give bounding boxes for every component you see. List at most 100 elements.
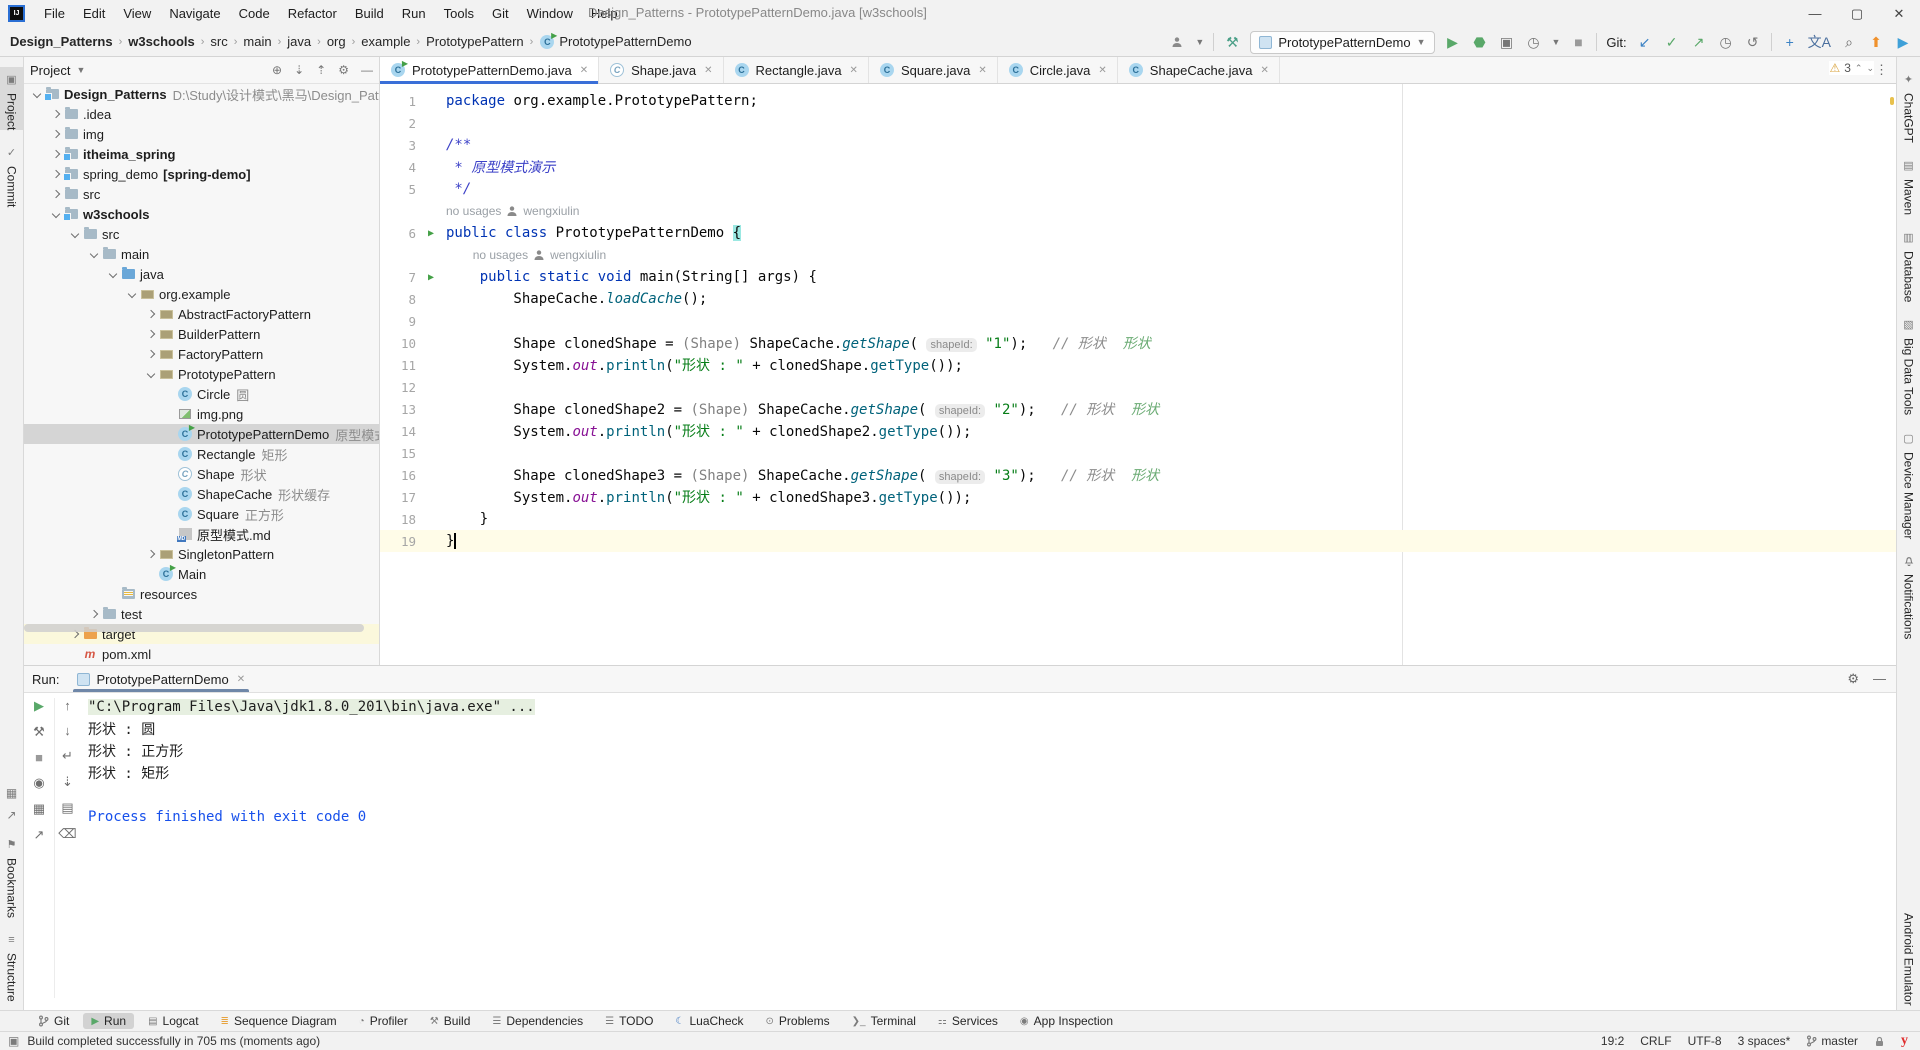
toolwindow-button-problems[interactable]: ⊙ Problems (758, 1013, 838, 1029)
menu-git[interactable]: Git (483, 6, 518, 21)
soft-wrap-button[interactable]: ↵ (62, 748, 73, 764)
toolwindow-button-git[interactable]: Git (30, 1013, 77, 1029)
tree-row[interactable]: img.png (24, 404, 379, 424)
tree-arrow-icon[interactable] (49, 189, 63, 199)
code-line[interactable]: 6 ▶ public class PrototypePatternDemo { (380, 222, 1896, 244)
tree-row[interactable]: C ShapeCache 形状缓存 (24, 484, 379, 504)
editor-tab[interactable]: C Square.java ✕ (869, 57, 998, 83)
close-icon[interactable]: ✕ (237, 674, 245, 685)
tree-row[interactable]: BuilderPattern (24, 324, 379, 344)
menu-tools[interactable]: Tools (435, 6, 483, 21)
minimize-button[interactable]: — (1794, 0, 1836, 27)
code-line[interactable]: 5 */ (380, 178, 1896, 200)
code-line[interactable]: no usages wengxiulin (380, 244, 1896, 266)
git-push-button[interactable]: ↗ (1690, 32, 1708, 52)
tree-row[interactable]: C Square 正方形 (24, 504, 379, 524)
code-line[interactable]: 15 (380, 442, 1896, 464)
toolwindow-button-dependencies[interactable]: ☰ Dependencies (484, 1013, 591, 1029)
tree-row[interactable]: FactoryPattern (24, 344, 379, 364)
stop-button[interactable]: ■ (35, 750, 43, 765)
close-icon[interactable]: ✕ (704, 65, 712, 76)
code-line[interactable]: 18 } (380, 508, 1896, 530)
indent[interactable]: 3 spaces* (1738, 1034, 1791, 1048)
editor-tab[interactable]: C Rectangle.java ✕ (724, 57, 869, 83)
code-line[interactable]: 16 Shape clonedShape3 = (Shape) ShapeCac… (380, 464, 1896, 486)
menu-file[interactable]: File (35, 6, 74, 21)
git-rollback-button[interactable]: ↺ (1744, 32, 1762, 52)
toolwindow-button-services[interactable]: ⚏ Services (930, 1013, 1006, 1029)
git-commit-button[interactable]: ✓ (1663, 32, 1681, 52)
print-button[interactable]: ▤ (61, 800, 73, 816)
menu-refactor[interactable]: Refactor (279, 6, 346, 21)
tree-row[interactable]: PrototypePattern (24, 364, 379, 384)
run-button[interactable]: ▶ (1444, 32, 1462, 52)
tree-arrow-icon[interactable] (49, 109, 63, 119)
down-stack-button[interactable]: ↓ (64, 723, 71, 738)
horizontal-scrollbar[interactable] (24, 624, 364, 632)
tree-arrow-icon[interactable] (144, 369, 158, 379)
tree-row[interactable]: AbstractFactoryPattern (24, 304, 379, 324)
tree-arrow-icon[interactable] (30, 89, 44, 99)
tree-row[interactable]: java (24, 264, 379, 284)
plus-plugin-button[interactable]: + (1781, 32, 1799, 52)
close-icon[interactable]: ✕ (850, 65, 858, 76)
breadcrumb-item[interactable]: org (327, 34, 346, 49)
tree-arrow-icon[interactable] (87, 609, 101, 619)
stripe-tab-database[interactable]: ▥ Database (1897, 225, 1920, 302)
breadcrumb-item[interactable]: PrototypePattern (426, 34, 524, 49)
tree-row[interactable]: w3schools (24, 204, 379, 224)
project-header-icon-1[interactable]: ⇣ (294, 63, 304, 77)
debug-button[interactable]: ⬣ (1471, 32, 1489, 52)
code-line[interactable]: no usages wengxiulin (380, 200, 1896, 222)
tree-row[interactable]: .idea (24, 104, 379, 124)
hide-icon[interactable]: — (1873, 671, 1886, 687)
translate-button[interactable]: 文A (1808, 32, 1831, 52)
close-icon[interactable]: ✕ (1098, 65, 1106, 76)
tree-row[interactable]: src (24, 224, 379, 244)
tool-windows-icon[interactable]: ▣ (8, 1034, 19, 1048)
run-gutter-icon[interactable]: ▶ (416, 228, 446, 239)
stripe-tab-notifications[interactable]: Notifications (1897, 549, 1920, 639)
toolwindow-button-profiler[interactable]: ◔ Profiler (351, 1013, 416, 1029)
stripe-tab-structure[interactable]: ≡ Structure (0, 928, 23, 1002)
usages-hint[interactable]: no usages (473, 248, 528, 262)
lock-icon[interactable] (1874, 1036, 1885, 1047)
run-gutter-icon[interactable]: ▶ (416, 272, 446, 283)
git-history-button[interactable]: ◷ (1717, 32, 1735, 52)
breadcrumb-item[interactable]: main (243, 34, 271, 49)
tree-row[interactable]: test (24, 604, 379, 624)
run-tab[interactable]: PrototypePatternDemo ✕ (69, 666, 253, 692)
tree-arrow-icon[interactable] (49, 149, 63, 159)
tree-arrow-icon[interactable] (144, 349, 158, 359)
tree-row[interactable]: C Shape 形状 (24, 464, 379, 484)
breadcrumb-item[interactable]: example (361, 34, 410, 49)
tree-row[interactable]: org.example (24, 284, 379, 304)
project-header-title[interactable]: Project (30, 63, 70, 78)
inspection-widget[interactable]: ⚠ 3 ⌃ ⌄ (1829, 61, 1874, 75)
profiler-button[interactable]: ◷ (1525, 32, 1543, 52)
code-line[interactable]: 13 Shape clonedShape2 = (Shape) ShapeCac… (380, 398, 1896, 420)
next-issue-icon[interactable]: ⌄ (1866, 63, 1874, 74)
code-line[interactable]: 2 (380, 112, 1896, 134)
chevron-down-icon[interactable]: ▼ (76, 65, 85, 75)
tree-arrow-icon[interactable] (49, 209, 63, 219)
editor-tab[interactable]: C Circle.java ✕ (998, 57, 1118, 83)
code-line[interactable]: 4 * 原型模式演示 (380, 156, 1896, 178)
rerun-button[interactable]: ▶ (34, 698, 44, 714)
tree-arrow-icon[interactable] (87, 249, 101, 259)
maximize-button[interactable]: ▢ (1836, 0, 1878, 27)
breadcrumb-item[interactable]: PrototypePatternDemo (559, 34, 691, 49)
pin-button[interactable]: ↗ (34, 827, 45, 843)
toolwindow-button-terminal[interactable]: ❯_ Terminal (844, 1013, 924, 1029)
user-dropdown-icon[interactable] (1168, 32, 1186, 52)
breadcrumb-item[interactable]: java (287, 34, 311, 49)
code-line[interactable]: 11 System.out.println("形状 : " + clonedSh… (380, 354, 1896, 376)
stripe-tab-project[interactable]: ▣ Project (0, 67, 23, 131)
breadcrumb-item[interactable]: w3schools (128, 34, 194, 49)
stripe-tab-maven[interactable]: ▤ Maven (1897, 153, 1920, 215)
menu-window[interactable]: Window (518, 6, 582, 21)
tree-row[interactable]: C▶PrototypePatternDemo 原型模式演示 (24, 423, 379, 444)
stripe-tab-bookmarks[interactable]: ⚑ Bookmarks (0, 832, 23, 918)
stripe-tab-chatgpt[interactable]: ✦ ChatGPT (1897, 67, 1920, 143)
toolwindow-button-run[interactable]: ▶ Run (83, 1013, 135, 1029)
